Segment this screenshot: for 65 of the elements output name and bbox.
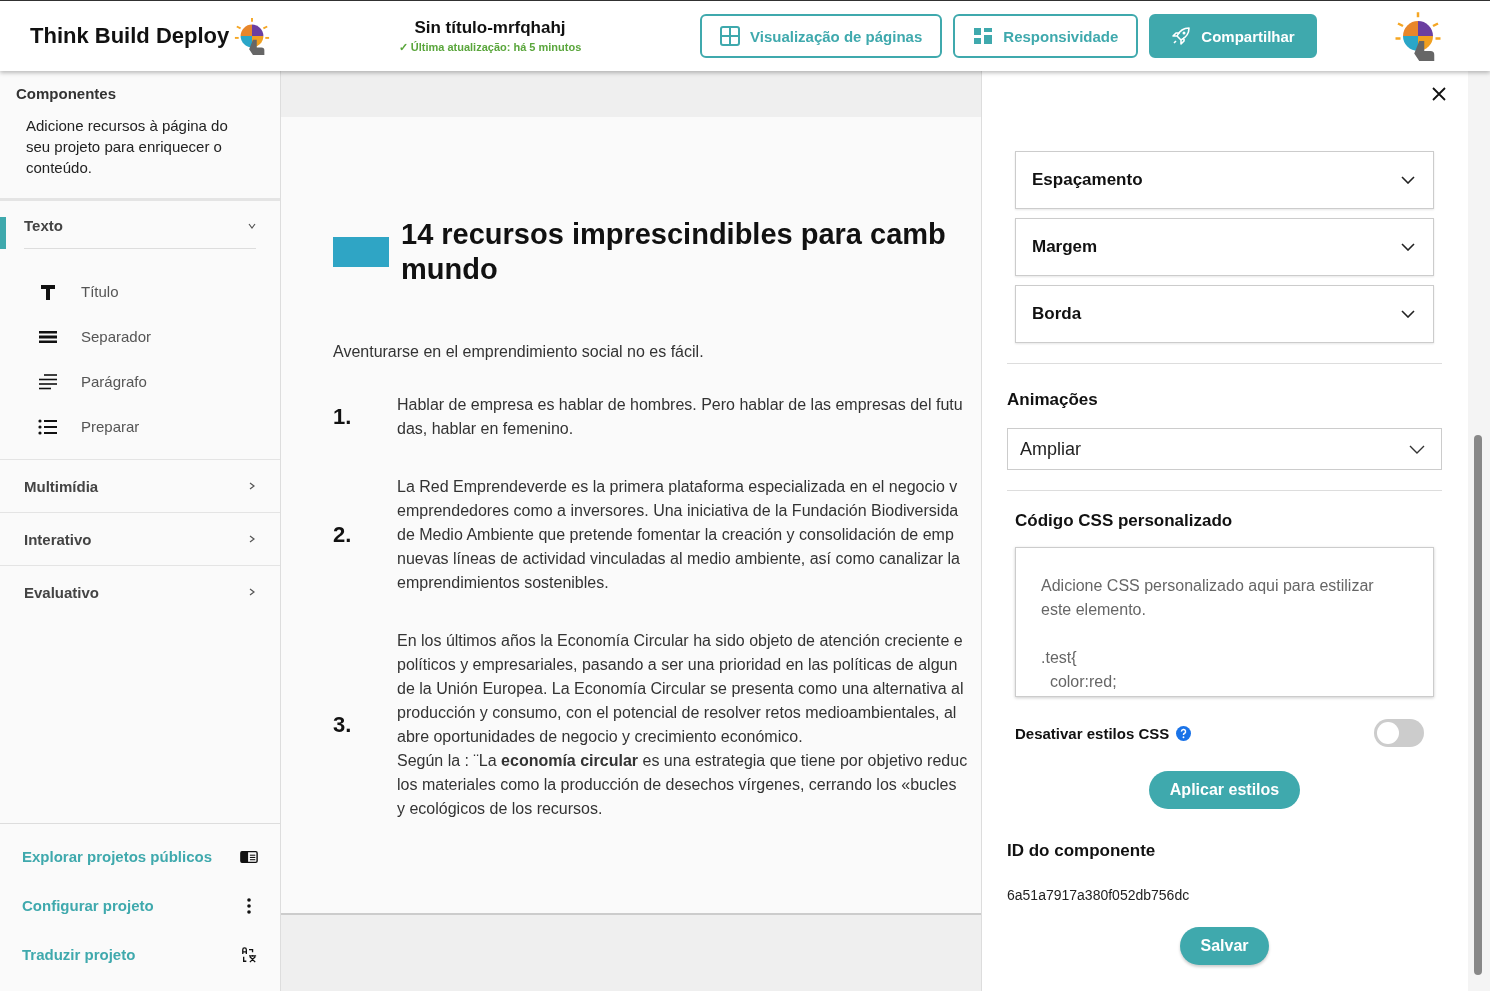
category-header[interactable]: Multimídia [0,460,280,512]
category-header[interactable]: Texto [24,203,256,249]
text-line: de Medio Ambiente que pretende fomentar la creación y consolidación de emp [397,525,955,545]
sidebar-title: Componentes [16,85,116,102]
section-label: Código CSS personalizado [1015,511,1234,531]
logo-icon [233,16,272,56]
toggle-switch[interactable] [1374,719,1424,747]
component-id: 6a51a7917a380f052db756dc [1007,887,1191,903]
book-icon [240,848,258,865]
heading-line: mundo [401,252,499,287]
text-line: La Red Emprendeverde es la primera plataforma especializada en el negocio v [397,477,959,497]
list-number: 3. [333,712,353,738]
section-label: ID do componente [1007,841,1157,861]
text-line: abre oportunidades de negocio y crecimiento económico. [397,727,804,747]
text-line: emprendimientos sostenibles. [397,573,610,593]
component-item[interactable]: Título [38,269,280,314]
chevron-icon [1409,444,1425,454]
brand-name: Think Build Deploy [30,23,230,49]
css-input-field[interactable]: Adicione CSS personalizado aqui para estilizar este elemento. .test{ color:red; [1015,547,1434,697]
text-line: los materiales como la producción de desechos vírgenes, cerrando los «bucles [397,775,958,795]
heading-line: 14 recursos imprescindibles para camb [401,217,946,252]
rocket-icon [1171,26,1192,46]
category-header[interactable]: Evaluativo [0,566,280,618]
chevron-icon [248,482,256,490]
scrollbar[interactable] [1468,71,1490,991]
grid-icon [720,26,740,46]
toggle-label: Desativar estilos CSS [1015,724,1170,742]
text-line: políticos y empresariales, pasando a ser una prioridad en las políticas de algun [397,655,959,675]
last-update-status: ✓ Última atualização: há 5 minutos [398,41,582,54]
close-icon[interactable] [1432,87,1446,101]
category-header[interactable]: Interativo [0,513,280,565]
sidebar-description: Adicione recursos à página do seu projeto para enriquecer o conteúdo. [26,116,229,178]
text-line: Según la : ¨La economía circular es una estrategia que tiene por objetivo reduc [397,751,968,771]
text-line: producción y consumo, con el potencial de resolver retos medioambientales, al [397,703,958,723]
heading-accent [333,237,389,267]
intro-text: Aventurarse en el emprendimiento social no es fácil. [333,343,705,361]
chevron-icon [1401,243,1415,251]
translate-icon [240,946,258,963]
more-icon [246,896,252,915]
chevron-icon [248,535,256,543]
text-line: das, hablar en femenino. [397,419,575,439]
paragraph-icon [38,371,58,392]
text-line: de la Unión Europea. La Economía Circular se presenta como una alternativa al [397,679,965,699]
chevron-icon [248,588,256,596]
project-title[interactable]: Sin título-mrfqhahj [414,18,566,38]
accordion-header[interactable]: Borda [1015,285,1434,343]
list-number: 1. [333,404,353,430]
text-line: nuevas líneas de actividad vinculadas al medio ambiente, así como canalizar la [397,549,960,569]
text-line: emprendedores como a inversores. Una iniciativa de la Fundación Biodiversida [397,501,960,521]
text-line: y ecológicos de los recursos. [397,799,604,819]
component-item[interactable]: Preparar [38,404,280,449]
chevron-icon [248,221,256,230]
animation-select[interactable]: Ampliar [1007,428,1442,470]
component-item[interactable]: Separador [38,314,280,359]
list-number: 2. [333,522,353,548]
chevron-icon [1401,310,1415,318]
accordion-header[interactable]: Espaçamento [1015,151,1434,209]
help-icon[interactable] [1176,725,1192,741]
chevron-icon [1401,176,1415,184]
text-line: Hablar de empresa es hablar de hombres. Pero hablar de las empresas del futu [397,395,963,415]
section-label: Animações [1007,390,1099,410]
text-line: En los últimos años la Economía Circular ha sido objeto de atención creciente e [397,631,964,651]
layout-icon [973,26,994,46]
component-item[interactable]: Parágrafo [38,359,280,404]
accordion-header[interactable]: Margem [1015,218,1434,276]
